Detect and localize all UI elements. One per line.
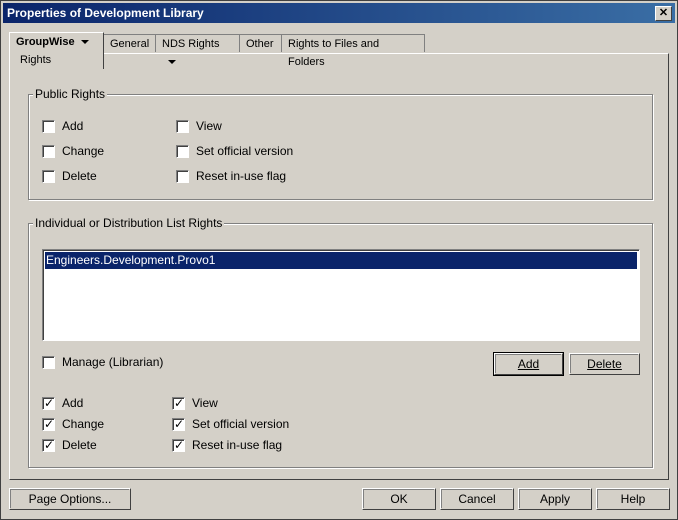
rights-user-list[interactable]: Engineers.Development.Provo1 bbox=[42, 249, 640, 341]
checkbox-label: Delete bbox=[62, 438, 97, 452]
cancel-button[interactable]: Cancel bbox=[440, 488, 514, 510]
individual-rights-legend: Individual or Distribution List Rights bbox=[33, 216, 225, 230]
checkbox-box[interactable] bbox=[176, 120, 189, 133]
checkbox-label: Reset in-use flag bbox=[196, 169, 287, 183]
tab-nds-rights[interactable]: NDS Rights bbox=[155, 34, 240, 65]
tab-groupwise[interactable]: GroupWise Rights bbox=[9, 32, 104, 69]
checkbox-label: Add bbox=[62, 396, 84, 410]
checkbox-label: Set official version bbox=[192, 417, 290, 431]
checkbox-box[interactable] bbox=[172, 437, 185, 453]
tab-rights-to-files[interactable]: Rights to Files and Folders bbox=[281, 34, 425, 68]
tab-other[interactable]: Other bbox=[239, 34, 282, 52]
checkbox-box[interactable] bbox=[42, 356, 55, 369]
checkbox-box[interactable] bbox=[42, 120, 55, 133]
checkbox-label: Add bbox=[62, 119, 84, 133]
tab-other-label: Other bbox=[246, 38, 274, 50]
checkbox-label: Manage (Librarian) bbox=[62, 355, 164, 369]
tab-groupwise-subpage-rights[interactable]: Rights bbox=[9, 52, 101, 69]
add-button-label: Add bbox=[517, 357, 540, 371]
chevron-down-icon[interactable] bbox=[80, 40, 89, 45]
checkbox-label: Reset in-use flag bbox=[192, 438, 283, 452]
help-label: Help bbox=[620, 492, 646, 506]
checkbox-box[interactable] bbox=[176, 145, 189, 158]
tab-general-label: General bbox=[110, 38, 150, 50]
checkbox-box[interactable] bbox=[42, 416, 55, 432]
tab-groupwise-label: GroupWise bbox=[16, 36, 75, 48]
tab-panel: Public Rights Add Change Delete View Set… bbox=[9, 53, 669, 480]
title-bar: Properties of Development Library ✕ bbox=[3, 3, 675, 23]
checkbox-box[interactable] bbox=[172, 395, 185, 411]
ok-button[interactable]: OK bbox=[362, 488, 436, 510]
checkbox-label: Change bbox=[62, 144, 105, 158]
public-rights-group: Public Rights Add Change Delete View Set… bbox=[28, 87, 653, 200]
apply-label: Apply bbox=[539, 492, 571, 506]
public-rights-legend: Public Rights bbox=[33, 87, 108, 101]
individual-rights-group: Individual or Distribution List Rights E… bbox=[28, 216, 653, 468]
delete-button-label: Delete bbox=[587, 357, 622, 371]
close-icon[interactable]: ✕ bbox=[655, 6, 672, 21]
checkbox-box[interactable] bbox=[42, 170, 55, 183]
checkbox-label: Delete bbox=[62, 169, 97, 183]
apply-button[interactable]: Apply bbox=[518, 488, 592, 510]
cancel-label: Cancel bbox=[458, 492, 496, 506]
properties-dialog: Properties of Development Library ✕ Grou… bbox=[0, 0, 678, 520]
checkbox-box[interactable] bbox=[176, 170, 189, 183]
checkbox-label: View bbox=[192, 396, 218, 410]
delete-button[interactable]: Delete bbox=[569, 353, 640, 375]
ok-label: OK bbox=[390, 492, 408, 506]
checkbox-label: View bbox=[196, 119, 222, 133]
checkbox-box[interactable] bbox=[42, 145, 55, 158]
list-item[interactable]: Engineers.Development.Provo1 bbox=[45, 252, 637, 269]
help-button[interactable]: Help bbox=[596, 488, 670, 510]
window-title: Properties of Development Library bbox=[7, 6, 204, 20]
add-button[interactable]: Add bbox=[493, 352, 564, 376]
checkbox-box[interactable] bbox=[42, 437, 55, 453]
page-options-label: Page Options... bbox=[28, 492, 112, 506]
checkbox-label: Set official version bbox=[196, 144, 294, 158]
checkbox-box[interactable] bbox=[42, 395, 55, 411]
tab-general[interactable]: General bbox=[103, 34, 156, 52]
page-options-button[interactable]: Page Options... bbox=[9, 488, 131, 510]
tab-nds-rights-label: NDS Rights bbox=[162, 38, 220, 50]
checkbox-box[interactable] bbox=[172, 416, 185, 432]
checkbox-label: Change bbox=[62, 417, 105, 431]
